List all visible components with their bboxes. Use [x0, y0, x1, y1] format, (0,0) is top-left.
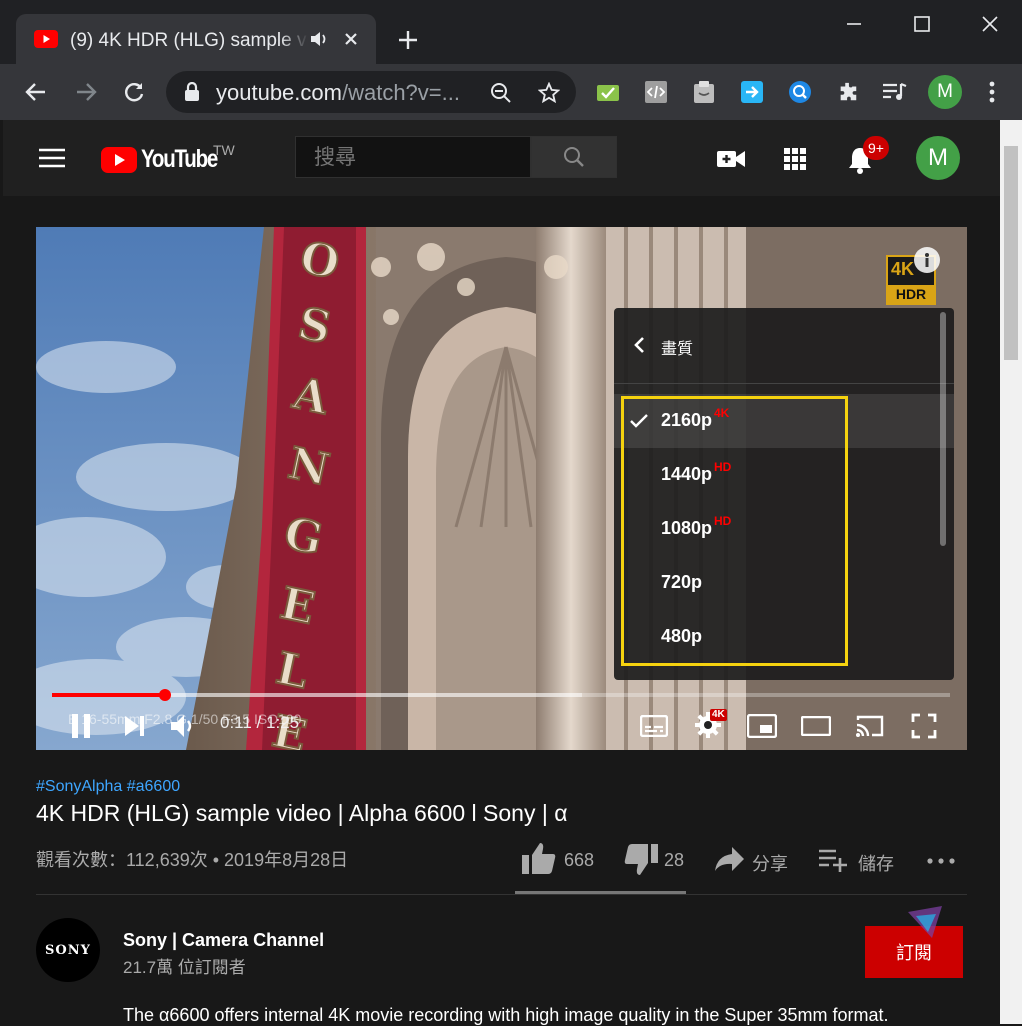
url-path: /watch?v=... — [341, 80, 460, 105]
page-scrollbar[interactable] — [1000, 120, 1022, 1024]
new-tab-icon[interactable] — [394, 26, 422, 54]
bookmark-star-icon[interactable] — [536, 80, 562, 106]
quality-menu-title: 畫質 — [661, 339, 694, 358]
youtube-logo[interactable]: YouTube TW — [101, 142, 251, 176]
video-description: The α6600 offers internal 4K movie recor… — [123, 1005, 889, 1025]
view-count-date: 觀看次數：112,639次 • 2019年8月28日 — [36, 850, 349, 870]
url-host: youtube.com — [216, 80, 342, 105]
account-avatar[interactable]: M — [916, 136, 960, 180]
video-player[interactable]: O S A N G E L E 4K HDR 畫質 2160p 4K 1440p — [36, 227, 967, 750]
subscriber-count: 21.7萬 位訂閱者 — [123, 958, 246, 977]
search-icon — [564, 147, 584, 167]
more-actions-icon[interactable] — [924, 846, 958, 876]
browser-tab-bar: (9) 4K HDR (HLG) sample video | Alpha 66… — [0, 0, 1022, 64]
quality-menu-scrollbar[interactable] — [940, 312, 946, 546]
extension-search-icon[interactable] — [786, 78, 814, 106]
extension-clipboard-icon[interactable] — [690, 78, 718, 106]
zoom-icon[interactable] — [488, 80, 514, 106]
save-button[interactable]: 儲存 — [816, 840, 902, 878]
search-box[interactable] — [295, 136, 531, 178]
info-icon[interactable] — [914, 247, 940, 273]
fullscreen-icon[interactable] — [906, 709, 942, 743]
playlist-add-icon — [819, 849, 847, 872]
volume-icon[interactable] — [166, 709, 200, 743]
hdr-badge-label: HDR — [888, 285, 934, 303]
region-code: TW — [213, 142, 235, 158]
back-icon[interactable] — [20, 76, 52, 108]
profile-avatar-letter: M — [937, 81, 953, 102]
tab-audio-icon[interactable] — [308, 29, 330, 49]
dislike-count: 28 — [664, 850, 685, 870]
tab-title: (9) 4K HDR (HLG) sample video | Alpha 66… — [70, 30, 308, 52]
time-current: 0:11 — [220, 713, 252, 732]
media-queue-icon[interactable] — [880, 78, 910, 106]
create-video-icon[interactable] — [713, 144, 749, 174]
time-separator: / — [251, 713, 266, 732]
extension-code-icon[interactable] — [642, 78, 670, 106]
search-button[interactable] — [531, 136, 617, 178]
channel-name[interactable]: Sony | Camera Channel — [123, 930, 324, 951]
channel-avatar-logo: SONY — [45, 942, 91, 958]
quality-menu: 畫質 2160p 4K 1440p HD 1080p HD 720p 480p — [614, 308, 954, 680]
like-ratio-bar — [515, 891, 686, 894]
youtube-masthead: YouTube TW 9+ M — [3, 120, 1000, 196]
lock-icon[interactable] — [182, 82, 202, 102]
browser-toolbar: youtube.com/watch?v=... M — [0, 64, 1022, 120]
extensions-puzzle-icon[interactable] — [834, 78, 862, 106]
quality-menu-header[interactable]: 畫質 — [614, 308, 954, 384]
omnibox[interactable]: youtube.com/watch?v=... — [166, 71, 576, 113]
like-button[interactable]: 668 — [520, 840, 610, 878]
youtube-logo-icon — [101, 147, 137, 173]
settings-button[interactable]: 4K — [690, 705, 730, 743]
pause-icon[interactable] — [64, 709, 98, 743]
apps-grid-icon[interactable] — [779, 144, 811, 174]
dislike-button[interactable]: 28 — [622, 840, 692, 878]
browser-menu-icon[interactable] — [978, 78, 1006, 106]
like-count: 668 — [564, 850, 595, 870]
window-close-icon[interactable] — [974, 10, 1006, 38]
section-divider — [36, 894, 967, 895]
share-label: 分享 — [752, 854, 788, 874]
video-hashtags[interactable]: #SonyAlpha #a6600 — [36, 778, 180, 796]
video-title: 4K HDR (HLG) sample video | Alpha 6600 l… — [36, 800, 568, 826]
thumbs-down-icon — [624, 844, 658, 875]
extension-arrow-icon[interactable] — [738, 78, 766, 106]
notifications-button[interactable]: 9+ — [843, 136, 891, 180]
theater-mode-icon[interactable] — [798, 709, 834, 743]
miniplayer-icon[interactable] — [744, 709, 780, 743]
quality-highlight-frame — [621, 396, 848, 666]
4k-badge-label: 4K — [891, 259, 915, 279]
share-button[interactable]: 分享 — [712, 840, 798, 878]
extension-mail-icon[interactable] — [594, 78, 622, 106]
hamburger-menu-icon[interactable] — [37, 144, 67, 172]
progress-bar[interactable] — [52, 689, 950, 701]
settings-4k-badge: 4K — [710, 709, 727, 721]
save-label: 儲存 — [858, 854, 894, 874]
reload-icon[interactable] — [118, 76, 150, 108]
time-total: 1:25 — [266, 713, 300, 732]
next-icon[interactable] — [118, 709, 152, 743]
notification-count-badge: 9+ — [863, 136, 889, 160]
progress-played — [52, 693, 166, 697]
youtube-logo-text: YouTube — [141, 145, 218, 173]
forward-icon[interactable] — [70, 76, 102, 108]
thumbs-up-icon — [522, 843, 556, 874]
tab-close-icon[interactable] — [340, 28, 362, 50]
profile-avatar[interactable]: M — [928, 75, 962, 109]
search-input[interactable] — [296, 137, 530, 177]
account-avatar-letter: M — [928, 144, 948, 171]
watermark-logo-icon — [902, 902, 948, 942]
window-minimize-icon[interactable] — [838, 10, 870, 38]
share-icon — [715, 847, 744, 871]
subtitles-icon[interactable] — [636, 709, 672, 743]
window-maximize-icon[interactable] — [906, 10, 938, 38]
channel-avatar[interactable]: SONY — [36, 918, 100, 982]
chevron-left-icon — [634, 337, 644, 353]
cast-icon[interactable] — [852, 709, 888, 743]
youtube-favicon-icon — [34, 30, 58, 48]
time-display: 0:11 / 1:25 — [220, 713, 299, 733]
browser-tab[interactable]: (9) 4K HDR (HLG) sample video | Alpha 66… — [16, 14, 376, 64]
url-text[interactable]: youtube.com/watch?v=... — [216, 80, 476, 106]
page-scrollbar-thumb[interactable] — [1004, 146, 1018, 360]
